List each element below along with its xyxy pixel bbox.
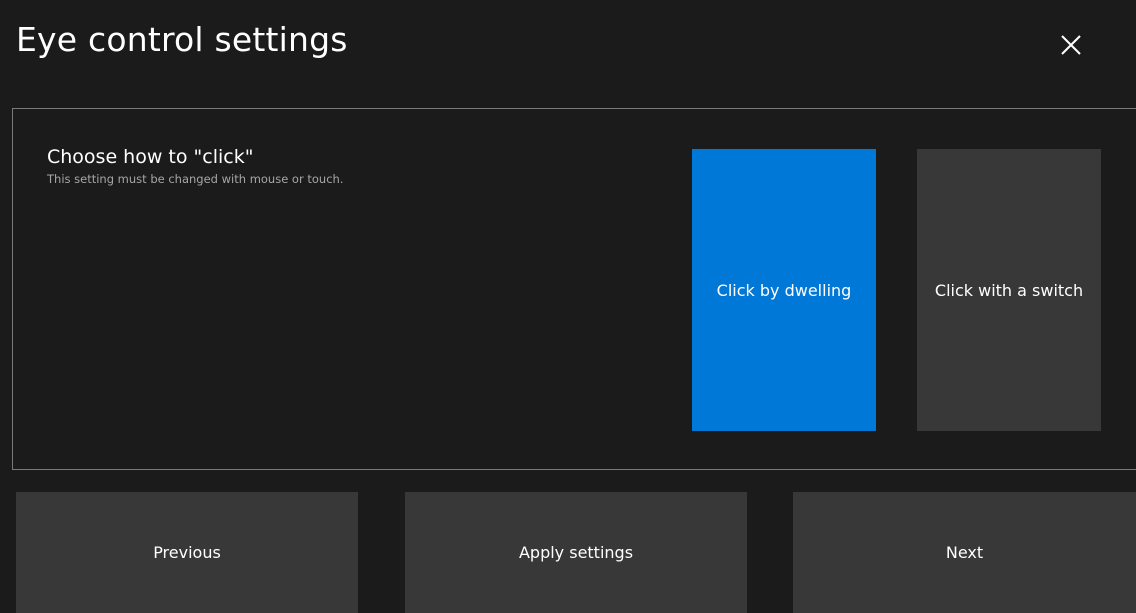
option-label: Click with a switch [934, 280, 1084, 300]
setting-title: Choose how to "click" [47, 146, 254, 168]
apply-settings-label: Apply settings [518, 543, 634, 562]
click-by-dwelling-option[interactable]: Click by dwelling [692, 149, 876, 431]
next-label: Next [945, 543, 984, 562]
close-icon [1060, 34, 1082, 56]
settings-panel: Choose how to "click" This setting must … [12, 108, 1136, 470]
apply-settings-button[interactable]: Apply settings [405, 492, 747, 613]
previous-label: Previous [153, 543, 221, 562]
close-button[interactable] [1050, 24, 1092, 66]
setting-subtitle: This setting must be changed with mouse … [47, 172, 344, 186]
previous-button[interactable]: Previous [16, 492, 358, 613]
next-button[interactable]: Next [793, 492, 1136, 613]
click-with-switch-option[interactable]: Click with a switch [917, 149, 1101, 431]
window-title: Eye control settings [16, 20, 348, 59]
option-label: Click by dwelling [716, 280, 852, 300]
